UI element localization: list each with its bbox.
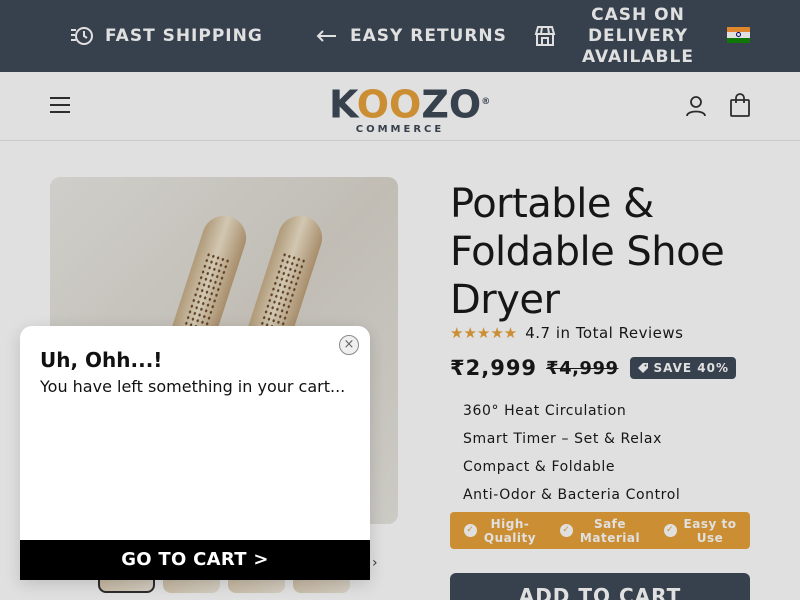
close-icon[interactable]: × [339,335,359,355]
cart-reminder-popup: × Uh, Ohh...! You have left something in… [20,326,370,580]
popup-message: You have left something in your cart... [40,377,346,396]
go-to-cart-button[interactable]: GO TO CART > [20,540,370,580]
popup-title: Uh, Ohh...! [40,348,163,372]
